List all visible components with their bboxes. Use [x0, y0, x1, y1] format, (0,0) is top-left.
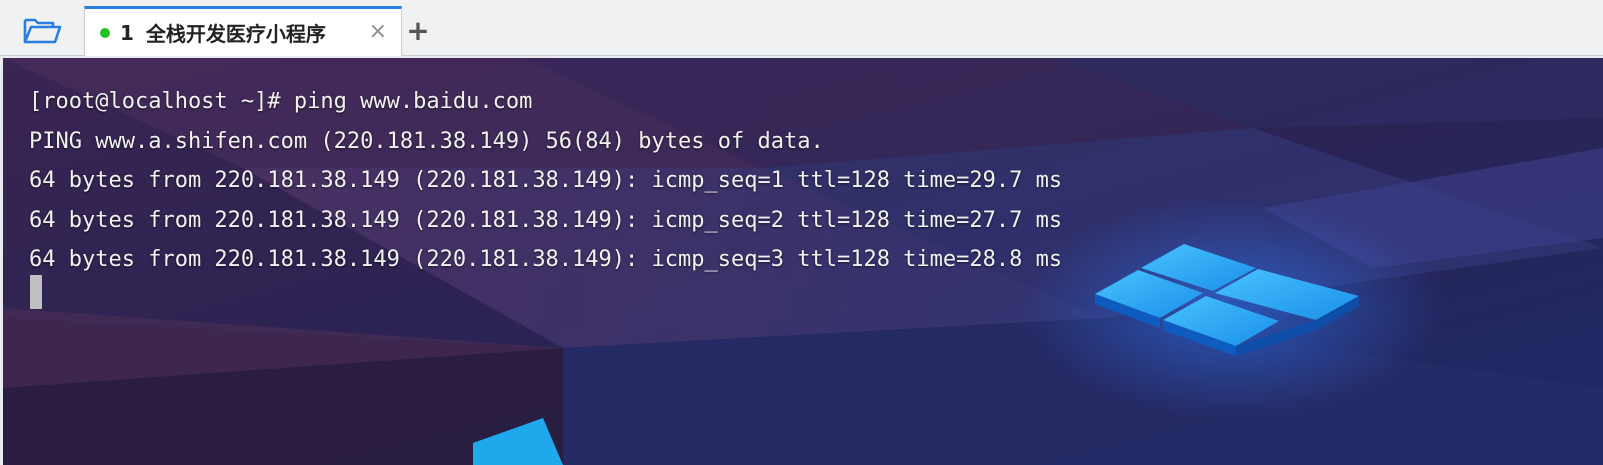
terminal-line: 64 bytes from 220.181.38.149 (220.181.38…	[29, 207, 1063, 233]
close-tab-icon[interactable]: ×	[369, 19, 387, 44]
open-session-button[interactable]	[12, 10, 72, 50]
new-tab-button[interactable]: +	[404, 12, 432, 48]
terminal-line: 64 bytes from 220.181.38.149 (220.181.38…	[29, 168, 1063, 193]
terminal-line: 64 bytes from 220.181.38.149 (220.181.38…	[29, 247, 1063, 272]
terminal-line: [root@localhost ~]# ping www.baidu.com	[29, 89, 533, 114]
tab-title: 全栈开发医疗小程序	[145, 22, 326, 46]
terminal-output: [root@localhost ~]# ping www.baidu.com P…	[29, 82, 1062, 280]
terminal-line: PING www.a.shifen.com (220.181.38.149) 5…	[29, 128, 824, 154]
folder-open-icon	[23, 18, 62, 44]
tab-number: 1	[120, 20, 134, 45]
terminal-cursor	[30, 275, 42, 309]
tab-bar: 1 全栈开发医疗小程序 × +	[0, 0, 1603, 56]
connected-dot-icon	[100, 27, 110, 38]
session-tab[interactable]: 1 全栈开发医疗小程序 ×	[84, 6, 402, 56]
terminal-pane[interactable]: [root@localhost ~]# ping www.baidu.com P…	[3, 58, 1603, 465]
